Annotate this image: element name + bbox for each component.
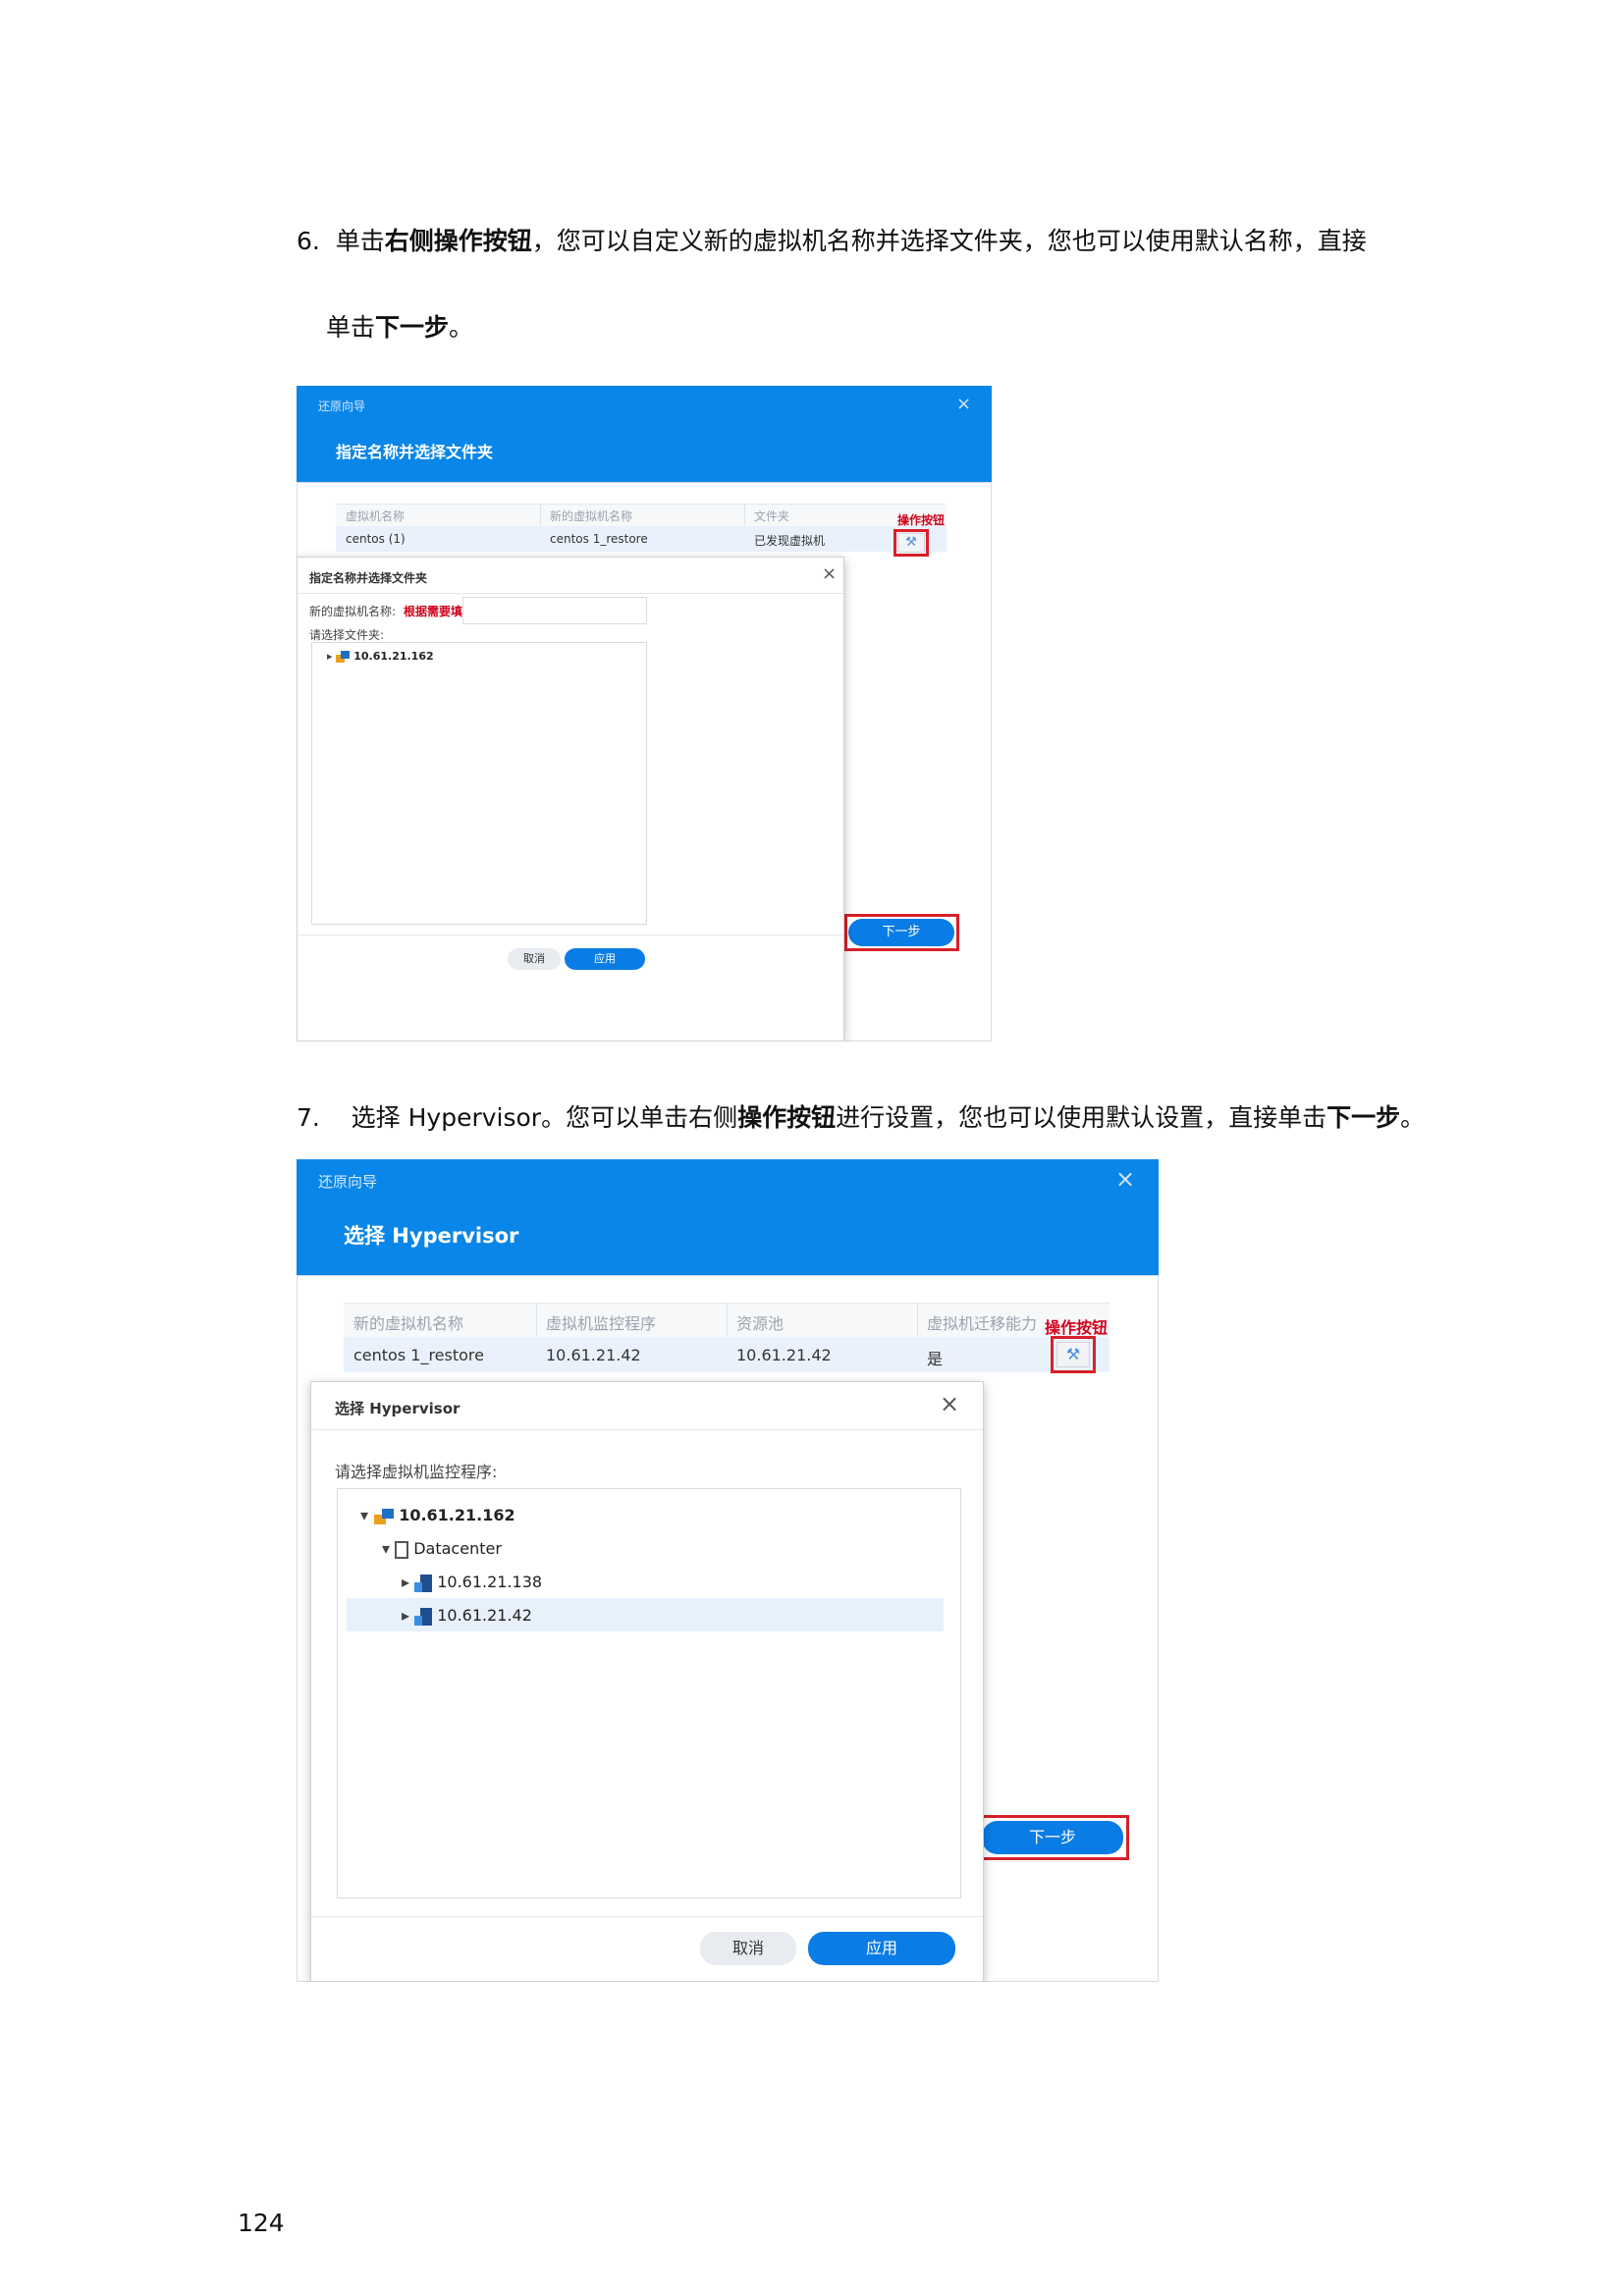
dialog-title: 指定名称并选择文件夹	[309, 571, 428, 585]
new-vm-name-label: 新的虚拟机名称:	[309, 605, 397, 618]
dialog-title: 选择 Hypervisor	[335, 1400, 460, 1417]
wizard-header	[297, 1159, 1159, 1275]
wizard-title: 指定名称并选择文件夹	[336, 443, 494, 461]
cancel-button[interactable]: 取消	[508, 948, 561, 970]
cell-migration: 是	[927, 1350, 944, 1368]
hypervisor-dialog: 选择 Hypervisor × 请选择虚拟机监控程序: ▾ 10.61.21.1…	[310, 1381, 984, 1982]
screenshot-1: 还原向导 指定名称并选择文件夹 × 虚拟机名称 新的虚拟机名称 文件夹 cent…	[297, 386, 992, 1041]
step-number: 6.	[297, 227, 320, 255]
wizard-crumb: 还原向导	[318, 1173, 378, 1191]
column-resource-pool: 资源池	[736, 1314, 785, 1333]
step-6-line-2: 单击下一步。	[326, 313, 474, 342]
chevron-right-icon[interactable]: ▸	[402, 1606, 409, 1625]
column-folder: 文件夹	[754, 509, 790, 523]
cell-vm-name: centos (1)	[346, 532, 406, 546]
column-migration: 虚拟机迁移能力	[927, 1314, 1038, 1333]
server-icon	[414, 1574, 433, 1592]
apply-button[interactable]: 应用	[808, 1932, 955, 1965]
chevron-right-icon[interactable]: ▸	[327, 650, 333, 663]
server-icon	[414, 1607, 433, 1626]
tree-item-datacenter[interactable]: ▾ Datacenter	[382, 1539, 502, 1559]
highlight-action-button	[1051, 1336, 1096, 1373]
wizard-crumb: 还原向导	[318, 400, 366, 413]
folder-tree[interactable]	[311, 642, 647, 925]
new-vm-name-input[interactable]	[462, 597, 647, 624]
step-7-line: 7. 选择 Hypervisor。您可以单击右侧操作按钮进行设置，您也可以使用默…	[297, 1103, 1426, 1132]
host-icon	[336, 651, 351, 663]
hypervisor-label: 请选择虚拟机监控程序:	[335, 1463, 498, 1481]
cell-resource-pool: 10.61.21.42	[736, 1346, 832, 1364]
annotation-action-button: 操作按钮	[1045, 1318, 1109, 1337]
chevron-down-icon[interactable]: ▾	[382, 1539, 390, 1558]
cell-new-vm-name: centos 1_restore	[550, 532, 648, 546]
tree-item-host-138[interactable]: ▸ 10.61.21.138	[402, 1573, 542, 1592]
tree-item-host[interactable]: ▸ 10.61.21.162	[327, 650, 434, 663]
close-icon[interactable]: ×	[956, 394, 971, 414]
host-icon	[373, 1508, 394, 1524]
table-header	[336, 504, 947, 527]
tree-item-vcenter[interactable]: ▾ 10.61.21.162	[360, 1506, 515, 1524]
cell-folder: 已发现虚拟机	[754, 534, 826, 548]
cancel-button[interactable]: 取消	[700, 1932, 796, 1965]
highlight-action-button	[893, 529, 929, 557]
column-new-vm-name: 新的虚拟机名称	[550, 509, 633, 523]
tree-item-host-42[interactable]: ▸ 10.61.21.42	[402, 1606, 532, 1626]
close-icon[interactable]: ×	[1115, 1165, 1135, 1193]
step-6-line-1: 6. 单击右侧操作按钮，您可以自定义新的虚拟机名称并选择文件夹，您也可以使用默认…	[297, 227, 1367, 255]
wizard-header	[297, 386, 992, 482]
wizard-title: 选择 Hypervisor	[344, 1224, 519, 1248]
chevron-down-icon[interactable]: ▾	[360, 1506, 368, 1524]
close-icon[interactable]: ×	[822, 563, 837, 584]
cell-new-vm-name: centos 1_restore	[353, 1346, 484, 1364]
folder-label: 请选择文件夹:	[309, 628, 385, 642]
step-number: 7.	[297, 1103, 320, 1132]
screenshot-2: 还原向导 选择 Hypervisor × 新的虚拟机名称 虚拟机监控程序 资源池…	[297, 1159, 1159, 1982]
apply-button[interactable]: 应用	[565, 948, 645, 970]
chevron-right-icon[interactable]: ▸	[402, 1573, 409, 1591]
datacenter-icon	[395, 1540, 409, 1559]
folder-dialog: 指定名称并选择文件夹 × 新的虚拟机名称: 根据需要填写 请选择文件夹: ▸ 1…	[297, 557, 844, 1041]
column-vm-name: 虚拟机名称	[346, 509, 406, 523]
column-new-vm-name: 新的虚拟机名称	[353, 1314, 464, 1333]
highlight-next-button	[844, 914, 959, 951]
page-number: 124	[238, 2209, 285, 2237]
annotation-action-button: 操作按钮	[897, 513, 946, 527]
highlight-next-button	[976, 1815, 1129, 1860]
column-hypervisor: 虚拟机监控程序	[546, 1314, 657, 1333]
close-icon[interactable]: ×	[940, 1390, 959, 1417]
cell-hypervisor: 10.61.21.42	[546, 1346, 641, 1364]
